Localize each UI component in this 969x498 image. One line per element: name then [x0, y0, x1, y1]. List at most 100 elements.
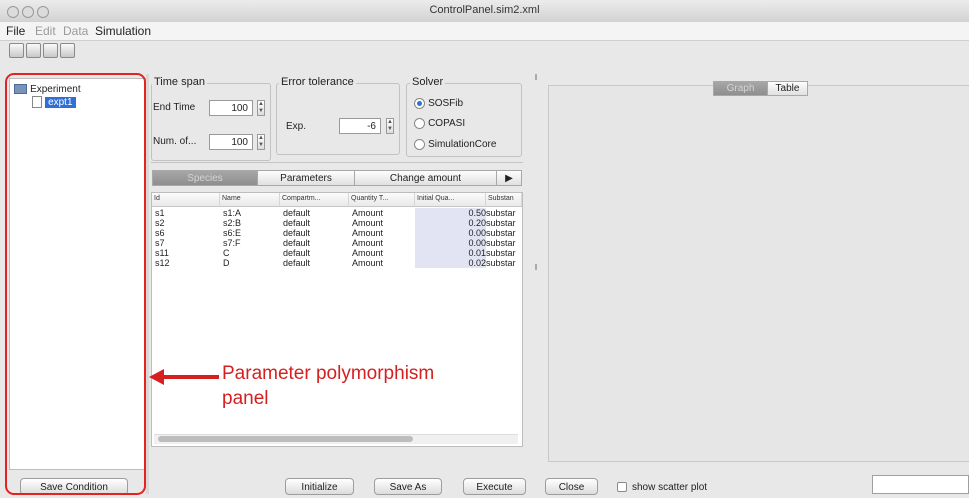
initial-quantity-cell[interactable]: 0.02 [415, 258, 486, 268]
close-button[interactable]: Close [545, 478, 598, 495]
status-field[interactable] [872, 475, 969, 494]
radio-icon[interactable] [414, 138, 425, 150]
table-row[interactable]: s1 s1:A default Amount 0.50 substar [152, 208, 522, 218]
initial-quantity-cell[interactable]: 0.20 [415, 218, 486, 228]
tab-graph[interactable]: Graph [713, 81, 768, 96]
radio-icon[interactable] [414, 117, 425, 129]
column-header[interactable]: Quantity T... [349, 193, 415, 207]
table-row[interactable]: s12 Ddefault Amount 0.02 substar [152, 258, 522, 268]
table-row[interactable]: s11 Cdefault Amount 0.01 substar [152, 248, 522, 258]
annotation-line-2: panel [222, 388, 269, 409]
scatter-plot-checkbox[interactable] [617, 482, 627, 492]
tab-change-amount[interactable]: Change amount [354, 170, 497, 186]
table-cell: s2:B [223, 218, 242, 228]
execute-button[interactable]: Execute [463, 478, 526, 495]
error-tolerance-group [276, 83, 400, 155]
initial-quantity-cell[interactable]: 0.50 [415, 208, 486, 218]
table-cell: D [223, 258, 230, 268]
table-row[interactable]: s2 s2:B default Amount 0.20 substar [152, 218, 522, 228]
splitter-grip-icon [535, 264, 537, 270]
table-cell: C [223, 248, 230, 258]
initial-quantity-cell[interactable]: 0.00 [415, 238, 486, 248]
error-tolerance-legend: Error tolerance [279, 76, 356, 88]
initial-quantity-cell[interactable]: 0.00 [415, 228, 486, 238]
table-row[interactable]: s7 s7:F default Amount 0.00 substar [152, 238, 522, 248]
num-of-stepper[interactable]: ▲ ▼ [257, 134, 265, 150]
tab-table[interactable]: Table [767, 81, 808, 96]
result-panel [548, 85, 969, 462]
new-file-icon[interactable] [9, 43, 24, 58]
time-span-legend: Time span [152, 76, 207, 88]
solver-option-label: COPASI [428, 118, 466, 129]
table-cell: s1:A [223, 208, 242, 218]
tab-species[interactable]: Species [152, 170, 258, 186]
end-time-label: End Time [153, 102, 196, 113]
window-title: ControlPanel.sim2.xml [429, 4, 540, 16]
table-cell: default [283, 208, 311, 218]
scatter-plot-label: show scatter plot [632, 482, 708, 493]
right-splitter[interactable] [529, 74, 543, 494]
column-header[interactable]: Name [220, 193, 280, 207]
solver-option-label: SimulationCore [428, 139, 497, 150]
exp-field[interactable]: -6 [339, 118, 381, 134]
table-cell: Amount [352, 238, 384, 248]
table-cell: default [283, 238, 311, 248]
column-header[interactable]: Initial Qua... [415, 193, 486, 207]
left-splitter[interactable] [146, 74, 149, 494]
column-header[interactable]: Compartm... [280, 193, 349, 207]
table-cell: Amount [352, 208, 384, 218]
tab-parameters[interactable]: Parameters [257, 170, 355, 186]
annotation-line-1: Parameter polymorphism [222, 363, 435, 384]
annotation-text: Parameter polymorphism panel [222, 361, 434, 411]
table-cell: default [283, 248, 311, 258]
tab-scroll-right-icon[interactable]: ▶ [496, 170, 522, 186]
export-icon[interactable] [60, 43, 75, 58]
end-time-stepper[interactable]: ▲ ▼ [257, 100, 265, 116]
table-cell: default [283, 258, 311, 268]
toolbar [0, 41, 969, 61]
menu-bar: File Edit Data Simulation [0, 22, 969, 41]
table-row[interactable]: s6 s6:E default Amount 0.00 substar [152, 228, 522, 238]
table-cell: substar [486, 258, 516, 268]
horizontal-scrollbar[interactable] [154, 434, 518, 444]
horizontal-splitter[interactable] [151, 162, 523, 163]
menu-file[interactable]: File [6, 24, 25, 38]
menu-simulation[interactable]: Simulation [95, 24, 151, 38]
menu-data[interactable]: Data [63, 24, 88, 38]
radio-selected-icon[interactable] [414, 97, 425, 109]
title-bar: ControlPanel.sim2.xml [0, 0, 969, 23]
solver-option-sosfib[interactable]: SOSFib [414, 97, 463, 109]
initial-quantity-cell[interactable]: 0.01 [415, 248, 486, 258]
num-of-label: Num. of... [153, 136, 197, 147]
solver-option-copasi[interactable]: COPASI [414, 117, 465, 129]
table-cell: s12 [155, 258, 170, 268]
save-as-button[interactable]: Save As [374, 478, 442, 495]
table-cell: Amount [352, 258, 384, 268]
table-cell: substar [486, 218, 516, 228]
table-cell: substar [486, 228, 516, 238]
table-cell: s2 [155, 218, 165, 228]
exp-stepper[interactable]: ▲ ▼ [386, 118, 394, 134]
column-header[interactable]: Id [152, 193, 220, 207]
print-icon[interactable] [43, 43, 58, 58]
initialize-button[interactable]: Initialize [285, 478, 354, 495]
table-cell: s7:F [223, 238, 241, 248]
table-cell: default [283, 228, 311, 238]
table-cell: substar [486, 208, 516, 218]
menu-edit[interactable]: Edit [35, 24, 56, 38]
column-header[interactable]: Substan [486, 193, 522, 207]
table-cell: substar [486, 238, 516, 248]
annotation-arrow-line [163, 375, 219, 379]
num-of-field[interactable]: 100 [209, 134, 253, 150]
table-cell: default [283, 218, 311, 228]
table-cell: s6 [155, 228, 165, 238]
end-time-field[interactable]: 100 [209, 100, 253, 116]
annotation-arrow-icon [149, 369, 164, 385]
open-file-icon[interactable] [26, 43, 41, 58]
solver-option-simulationcore[interactable]: SimulationCore [414, 138, 496, 150]
table-cell: substar [486, 248, 516, 258]
table-cell: s6:E [223, 228, 242, 238]
highlight-callout [5, 73, 146, 495]
splitter-grip-icon [535, 74, 537, 80]
scrollbar-thumb[interactable] [158, 436, 413, 442]
